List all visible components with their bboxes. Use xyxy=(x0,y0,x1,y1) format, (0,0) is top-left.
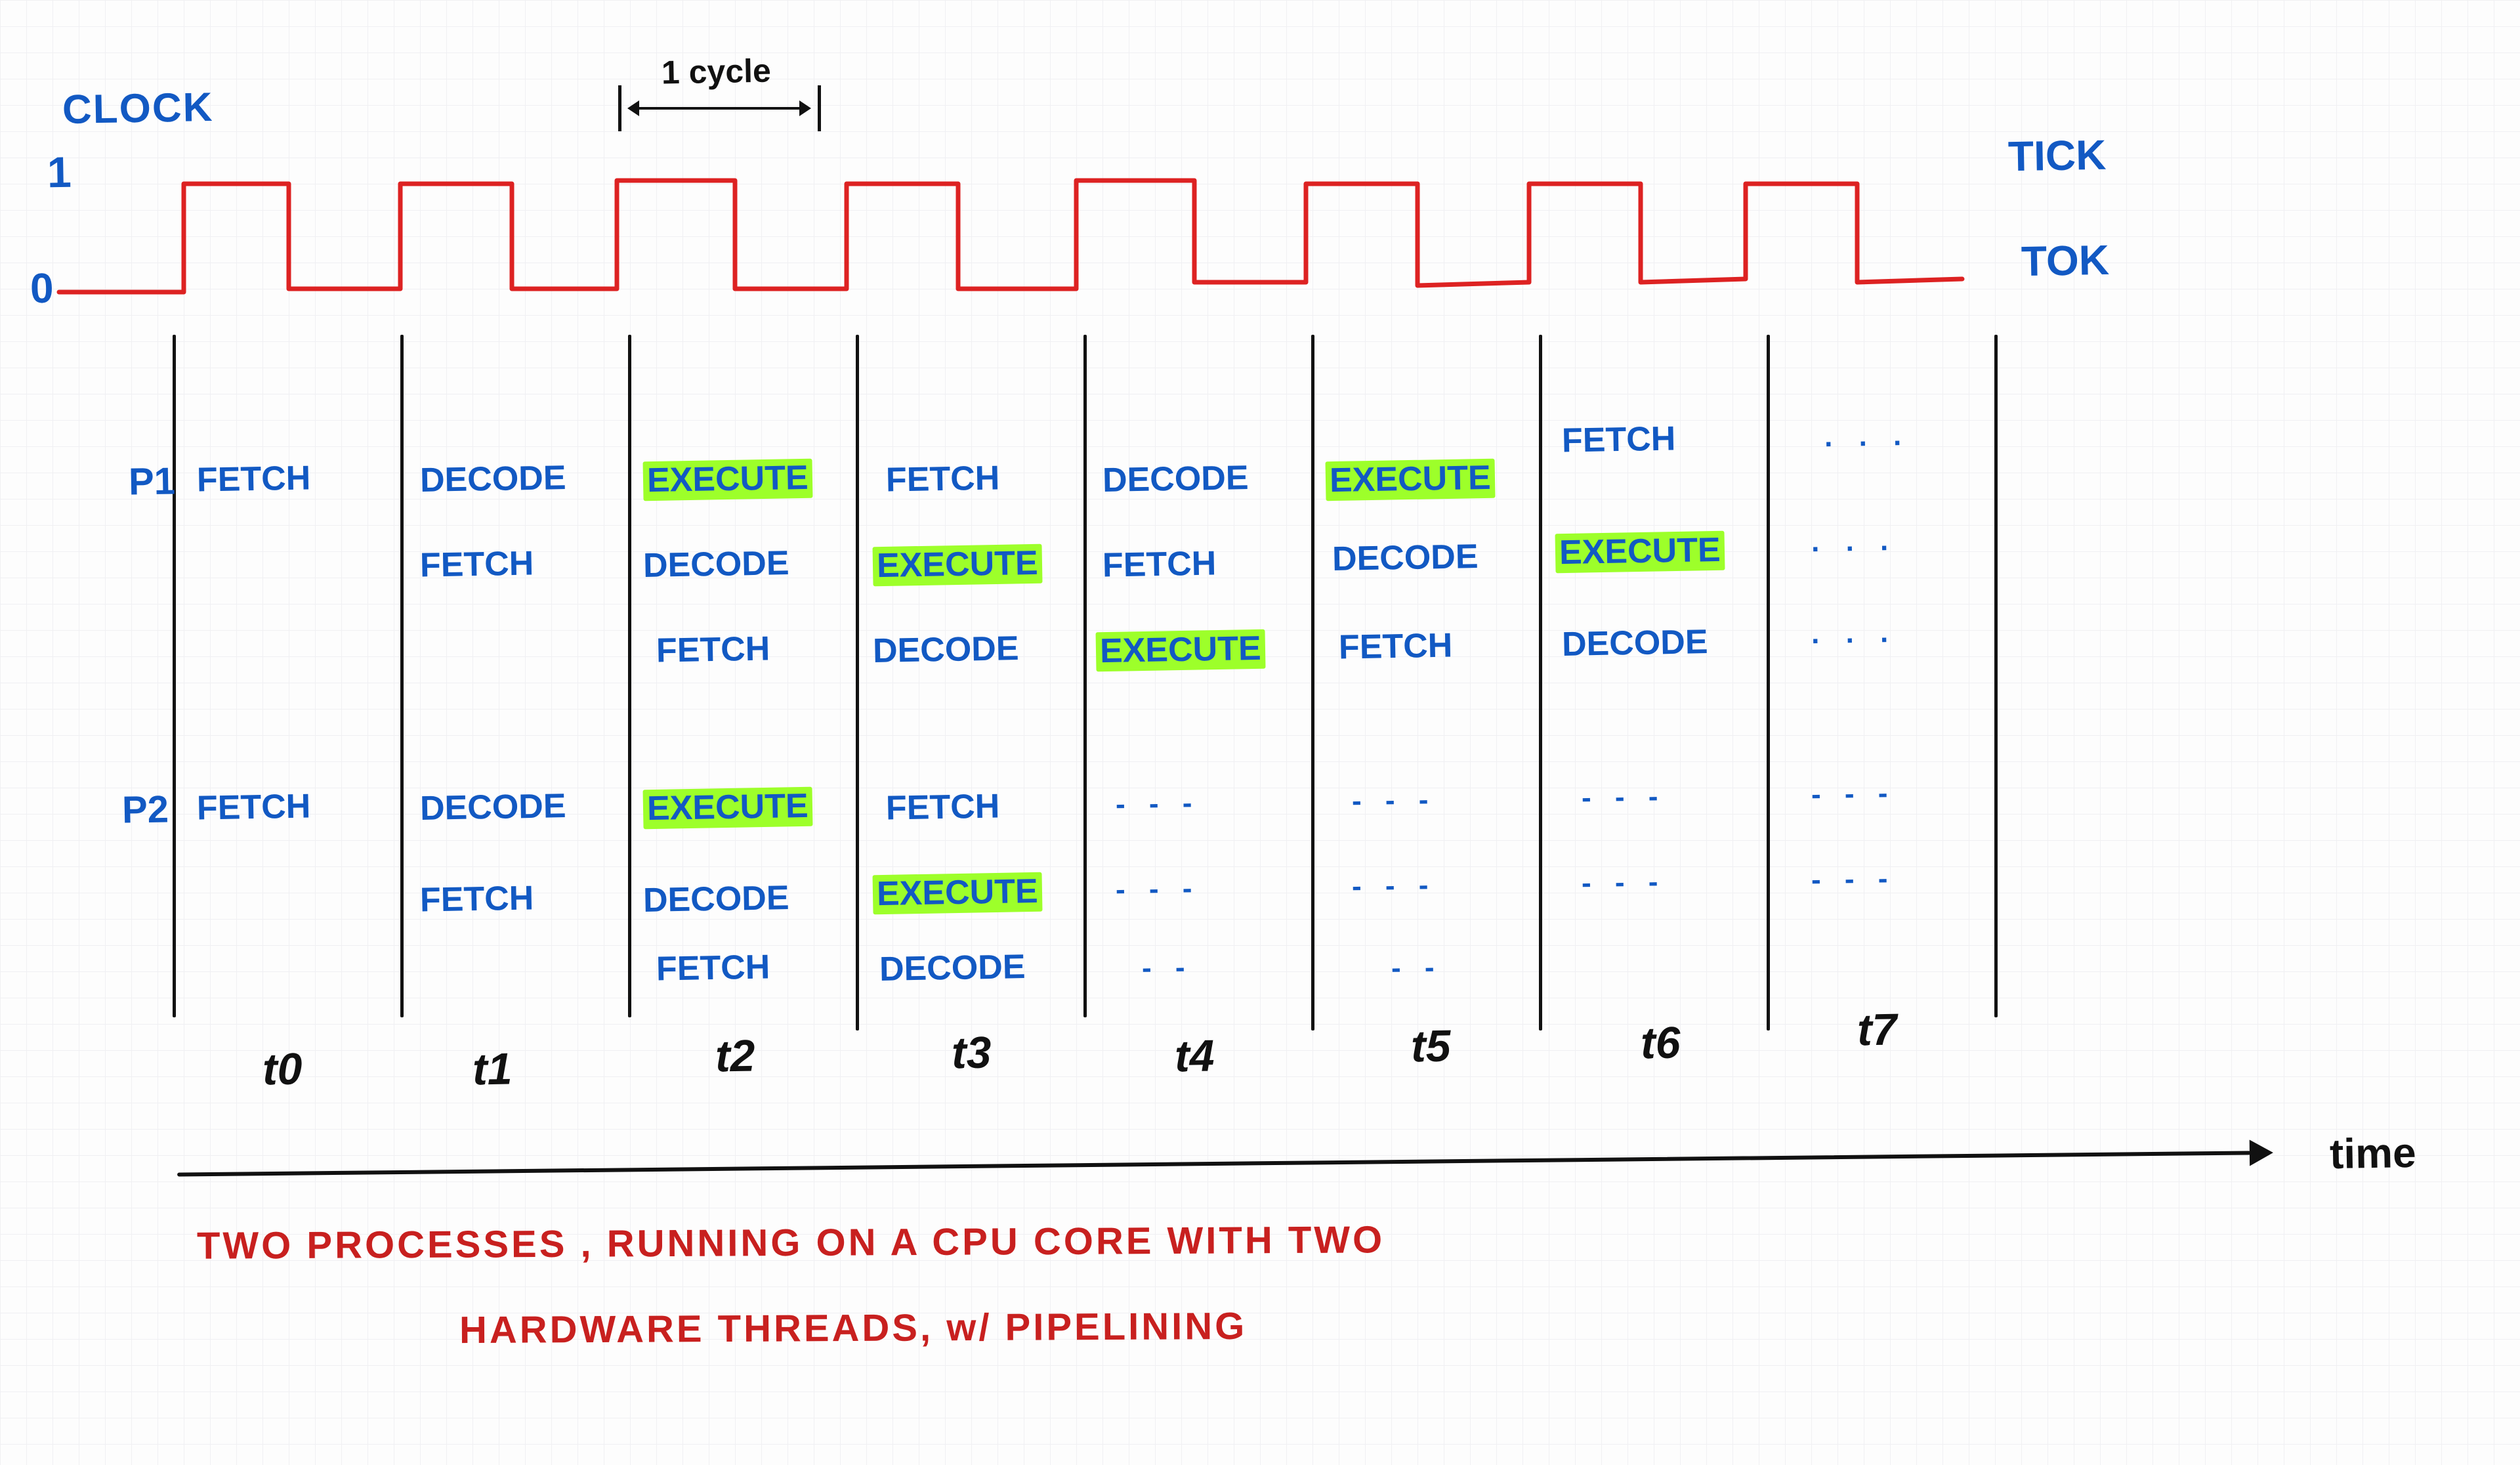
tick-t1: t1 xyxy=(472,1043,513,1095)
p1r2-t3: EXECUTE xyxy=(872,543,1042,585)
vline-8 xyxy=(1994,335,1998,1017)
p1r1-t3: FETCH xyxy=(885,458,999,499)
p1r3-t7: . . . xyxy=(1811,616,1898,650)
p1r1-t4: DECODE xyxy=(1102,458,1248,500)
vline-5 xyxy=(1311,335,1314,1030)
vline-0 xyxy=(173,335,176,1017)
p2r1-t4: - - - xyxy=(1116,787,1200,821)
p2r3-t3: DECODE xyxy=(879,947,1025,989)
p2r2-t5: - - - xyxy=(1352,869,1437,903)
vline-1 xyxy=(400,335,404,1017)
p2r2-t1: FETCH xyxy=(419,878,534,920)
p2r3-t4: - - xyxy=(1142,951,1193,985)
p1r3-t2: FETCH xyxy=(656,629,770,670)
p2r2-t6: - - - xyxy=(1582,866,1666,900)
p1r3-t4: EXECUTE xyxy=(1095,629,1265,671)
tok-label: TOK xyxy=(2021,236,2109,286)
diagram-canvas: CLOCK 1 0 1 cycle TICK TOK P1 FETCH DECO… xyxy=(0,0,2520,1465)
tick-t2: t2 xyxy=(715,1030,755,1082)
p2r1-t7: - - - xyxy=(1811,777,1896,811)
p1r2-t6: EXECUTE xyxy=(1555,530,1725,572)
p1r2-t4: FETCH xyxy=(1102,543,1216,585)
caption-line-2: HARDWARE THREADS, w/ PIPELINING xyxy=(459,1304,1248,1352)
tick-t0: t0 xyxy=(262,1043,303,1095)
p1r2-t1: FETCH xyxy=(419,543,534,585)
p1r2-t5: DECODE xyxy=(1332,537,1478,579)
p2r2-t7: - - - xyxy=(1811,862,1896,897)
p1r1-t5: EXECUTE xyxy=(1325,458,1495,500)
p1r1-t2: EXECUTE xyxy=(642,458,812,500)
time-axis-label: time xyxy=(2329,1128,2416,1178)
tick-t6: t6 xyxy=(1640,1017,1681,1069)
p2r3-t5: - - xyxy=(1391,951,1442,985)
vline-6 xyxy=(1539,335,1542,1030)
tick-label: TICK xyxy=(2007,131,2107,181)
p2r2-t4: - - - xyxy=(1116,872,1200,906)
p2-label: P2 xyxy=(121,787,169,832)
tick-t7: t7 xyxy=(1857,1004,1897,1055)
p1-label: P1 xyxy=(128,459,175,503)
p1r1-t6: FETCH xyxy=(1561,419,1675,460)
p1r1-t0: FETCH xyxy=(196,458,310,499)
vline-2 xyxy=(628,335,631,1017)
p1r3-t6: DECODE xyxy=(1561,622,1708,664)
p2r2-t3: EXECUTE xyxy=(872,872,1042,914)
p2r1-t2: EXECUTE xyxy=(642,786,812,828)
tick-t4: t4 xyxy=(1174,1030,1215,1082)
p1r1-t1: DECODE xyxy=(419,458,566,500)
p2r2-t2: DECODE xyxy=(642,878,789,920)
time-axis xyxy=(177,1151,2251,1176)
p1r3-t5: FETCH xyxy=(1338,626,1452,667)
tick-t3: t3 xyxy=(951,1027,992,1078)
p1r3-t3: DECODE xyxy=(872,629,1018,671)
p2r3-t2: FETCH xyxy=(656,947,770,988)
caption-line-1: TWO PROCESSES , RUNNING ON A CPU CORE WI… xyxy=(197,1218,1385,1267)
p1r2-t7: . . . xyxy=(1811,524,1898,559)
tick-t5: t5 xyxy=(1410,1020,1451,1072)
vline-3 xyxy=(856,335,859,1030)
vline-4 xyxy=(1083,335,1087,1017)
p2r1-t5: - - - xyxy=(1352,784,1437,818)
p2r1-t1: DECODE xyxy=(419,786,566,828)
p1r1-t7: . . . xyxy=(1824,419,1911,454)
clock-waveform xyxy=(0,0,2520,394)
p2r1-t6: - - - xyxy=(1582,780,1666,815)
p2r1-t0: FETCH xyxy=(196,786,310,828)
p1r2-t2: DECODE xyxy=(642,543,789,585)
p2r1-t3: FETCH xyxy=(885,786,999,828)
vline-7 xyxy=(1767,335,1770,1030)
